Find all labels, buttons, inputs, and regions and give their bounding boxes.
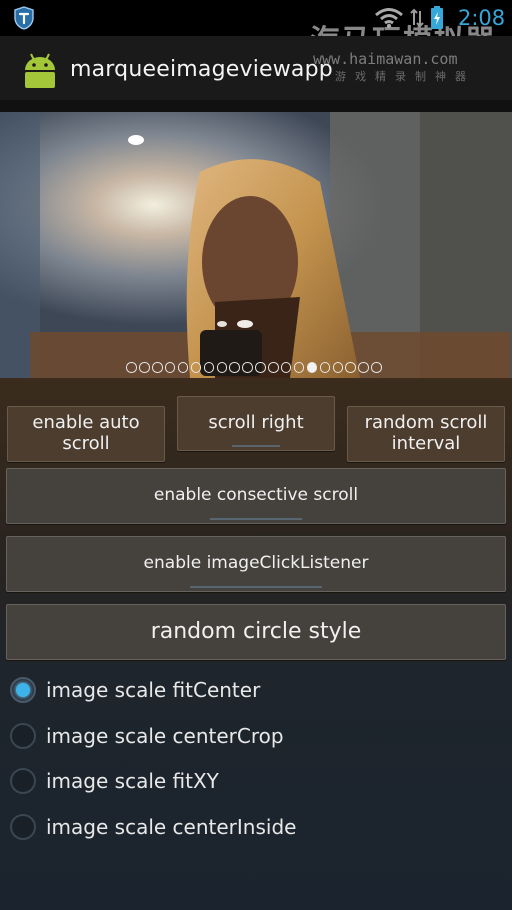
radio-fit-xy[interactable]: image scale fitXY xyxy=(0,759,512,803)
page-dot xyxy=(177,362,189,373)
radio-label: image scale fitCenter xyxy=(46,678,261,702)
page-dot xyxy=(216,362,228,373)
watermark-subtitle: 游戏精录制神器 xyxy=(335,70,475,83)
status-bar: 海马玩模拟器 2:08 xyxy=(0,0,512,59)
page-dot xyxy=(126,362,137,373)
radio-button[interactable] xyxy=(10,768,36,794)
page-dot xyxy=(229,362,240,373)
page-dot xyxy=(345,362,356,373)
gallery-photo xyxy=(0,112,512,378)
radio-label: image scale centerInside xyxy=(46,815,297,839)
page-dot xyxy=(242,362,253,373)
radio-button[interactable] xyxy=(10,814,36,840)
scroll-right-button[interactable]: scroll right xyxy=(177,396,335,451)
wifi-icon xyxy=(375,8,403,29)
enable-auto-scroll-button[interactable]: enable auto scroll xyxy=(7,406,165,462)
radio-label: image scale centerCrop xyxy=(46,724,284,748)
radio-center-inside[interactable]: image scale centerInside xyxy=(0,805,512,849)
data-arrows-icon xyxy=(410,8,424,28)
radio-button[interactable] xyxy=(10,723,36,749)
scroll-right-label: scroll right xyxy=(208,412,304,434)
radio-button-checked[interactable] xyxy=(10,677,36,703)
marquee-image-viewer[interactable] xyxy=(0,112,512,378)
enable-consective-scroll-label: enable consective scroll xyxy=(153,485,359,506)
page-dot xyxy=(164,362,176,373)
action-bar-divider xyxy=(0,100,512,112)
page-dot xyxy=(332,362,344,373)
radio-fit-center[interactable]: image scale fitCenter xyxy=(0,668,512,712)
app-title: marqueeimageviewapp xyxy=(70,57,333,82)
watermark-url: www.haimawan.com xyxy=(313,50,458,68)
page-dot xyxy=(203,362,215,373)
random-circle-style-button[interactable]: random circle style xyxy=(6,604,506,660)
random-circle-style-label: random circle style xyxy=(150,619,362,645)
shield-icon xyxy=(14,6,34,30)
page-dot xyxy=(139,362,150,373)
radio-label: image scale fitXY xyxy=(46,769,219,793)
enable-image-click-listener-button[interactable]: enable imageClickListener xyxy=(6,536,506,592)
button-focus-line xyxy=(232,445,280,447)
button-focus-line xyxy=(210,518,302,520)
status-clock: 2:08 xyxy=(458,6,506,30)
random-scroll-interval-label: random scroll interval xyxy=(364,412,488,454)
page-dot xyxy=(319,362,331,373)
page-dot xyxy=(268,362,279,373)
page-dot xyxy=(293,362,305,373)
button-focus-line xyxy=(190,586,322,588)
page-dot xyxy=(255,362,266,373)
page-dot xyxy=(152,362,163,373)
page-dot xyxy=(190,362,202,373)
page-indicator xyxy=(0,362,512,373)
enable-auto-scroll-label: enable auto scroll xyxy=(32,412,140,454)
enable-image-click-listener-label: enable imageClickListener xyxy=(143,553,369,574)
android-app-icon xyxy=(25,53,55,88)
page-dot xyxy=(371,362,382,373)
random-scroll-interval-button[interactable]: random scroll interval xyxy=(347,406,505,462)
page-dot xyxy=(358,362,369,373)
radio-center-crop[interactable]: image scale centerCrop xyxy=(0,714,512,758)
page-dot-active xyxy=(306,362,318,373)
battery-icon xyxy=(431,6,443,29)
page-dot xyxy=(280,362,292,373)
enable-consective-scroll-button[interactable]: enable consective scroll xyxy=(6,468,506,524)
